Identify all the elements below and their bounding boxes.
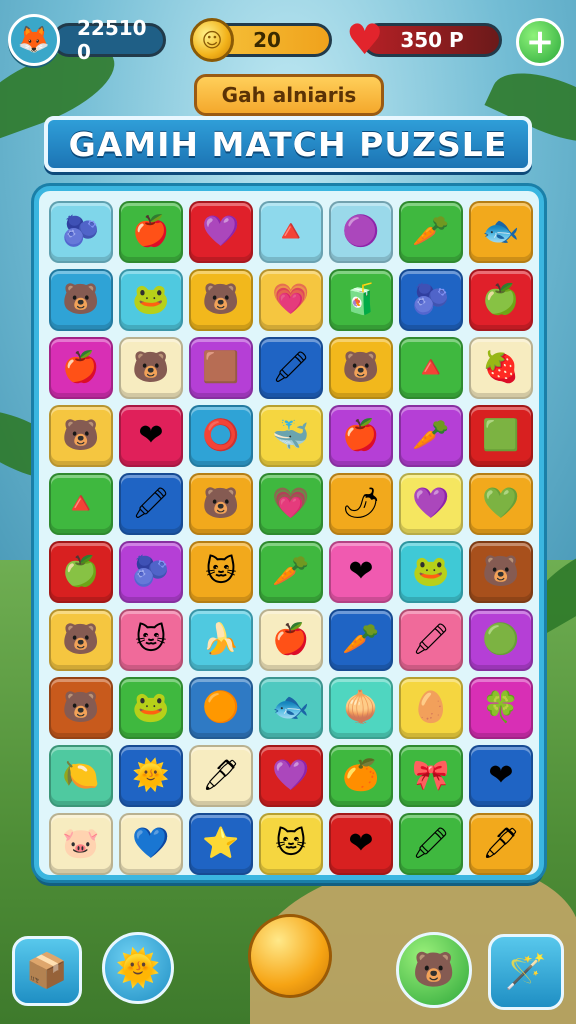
- sun-icon: 🌞: [115, 948, 161, 989]
- tile[interactable]: 🖊: [189, 745, 253, 807]
- tile[interactable]: 🟠: [189, 677, 253, 739]
- tile[interactable]: 🖍: [399, 813, 463, 875]
- tile[interactable]: 💗: [259, 269, 323, 331]
- box-icon: 📦: [25, 951, 69, 991]
- tile[interactable]: 🔺: [259, 201, 323, 263]
- tile[interactable]: 🐳: [259, 405, 323, 467]
- tile[interactable]: 🐻: [119, 337, 183, 399]
- tile[interactable]: 🍏: [469, 269, 533, 331]
- tile[interactable]: 🥕: [329, 609, 393, 671]
- top-hud: 22510 0 🦊 20 ☺ 350 P ♥ +: [0, 10, 576, 66]
- tile[interactable]: ❤: [329, 541, 393, 603]
- game-title: GAMIH MATCH PUZSLE: [68, 124, 508, 164]
- sun-booster-button[interactable]: 🌞: [102, 932, 174, 1004]
- tile[interactable]: 🍏: [49, 541, 113, 603]
- tile[interactable]: 💜: [399, 473, 463, 535]
- tile[interactable]: 🐱: [259, 813, 323, 875]
- coin-icon: ☺: [190, 18, 234, 62]
- tile[interactable]: 💙: [119, 813, 183, 875]
- tile[interactable]: 🌞: [119, 745, 183, 807]
- main-action-button[interactable]: [248, 914, 332, 998]
- tile[interactable]: ❤: [329, 813, 393, 875]
- tile[interactable]: 🍎: [329, 405, 393, 467]
- tile[interactable]: 🐸: [399, 541, 463, 603]
- tile[interactable]: ❤: [469, 745, 533, 807]
- tile[interactable]: 🐻: [49, 405, 113, 467]
- tile[interactable]: 💜: [189, 201, 253, 263]
- tile[interactable]: 🐱: [119, 609, 183, 671]
- player-avatar-icon[interactable]: 🦊: [8, 14, 60, 66]
- tile[interactable]: 🍋: [49, 745, 113, 807]
- tile[interactable]: 🧅: [329, 677, 393, 739]
- tile[interactable]: 🟩: [469, 405, 533, 467]
- tile[interactable]: 🥚: [399, 677, 463, 739]
- tile[interactable]: 🐻: [49, 269, 113, 331]
- score-value: 22510 0: [77, 16, 147, 64]
- tile[interactable]: 🐟: [259, 677, 323, 739]
- lives-value: 350 P: [400, 28, 464, 52]
- subtitle-text: Gah alniaris: [221, 83, 357, 107]
- wand-icon: 🪄: [504, 952, 548, 992]
- tile[interactable]: 💗: [259, 473, 323, 535]
- tile[interactable]: 🖊: [469, 813, 533, 875]
- tile[interactable]: 🍎: [49, 337, 113, 399]
- game-subtitle-badge: Gah alniaris: [194, 74, 384, 116]
- tile[interactable]: 🫐: [399, 269, 463, 331]
- puzzle-board: 🫐 🍎 💜 🔺 🟣 🥕 🐟 🐻 🐸 🐻 💗 🧃 🫐 🍏 🍎 🐻 🟫 🖍 🐻 🔺 🍓 🐻 ❤ ⭕ 🐳 🍎 🥕 🟩 🔺 🖍 🐻 💗 🌶 💜 💚 🍏 🫐 🐱 🥕 ❤…: [34, 186, 544, 880]
- tile[interactable]: 🫐: [119, 541, 183, 603]
- tile[interactable]: 🐸: [119, 269, 183, 331]
- wand-booster-button[interactable]: 🪄: [488, 934, 564, 1010]
- tile[interactable]: 🐻: [189, 473, 253, 535]
- tile[interactable]: 🔺: [49, 473, 113, 535]
- tile[interactable]: 🖍: [119, 473, 183, 535]
- tile[interactable]: 🫐: [49, 201, 113, 263]
- tile[interactable]: 🐷: [49, 813, 113, 875]
- tile[interactable]: 💜: [259, 745, 323, 807]
- tile[interactable]: 🐻: [189, 269, 253, 331]
- tile-grid: 🫐 🍎 💜 🔺 🟣 🥕 🐟 🐻 🐸 🐻 💗 🧃 🫐 🍏 🍎 🐻 🟫 🖍 🐻 🔺 🍓 🐻 ❤ ⭕ 🐳 🍎 🥕 🟩 🔺 🖍 🐻 💗 🌶 💜 💚 🍏 🫐 🐱 🥕 ❤…: [49, 201, 535, 877]
- tile[interactable]: 🟫: [189, 337, 253, 399]
- tile[interactable]: 🔺: [399, 337, 463, 399]
- tile[interactable]: 🌶: [329, 473, 393, 535]
- add-lives-button[interactable]: +: [516, 18, 564, 66]
- tile[interactable]: 💚: [469, 473, 533, 535]
- tile[interactable]: 🍌: [189, 609, 253, 671]
- hint-button[interactable]: 🐻: [396, 932, 472, 1008]
- tile[interactable]: 🥕: [259, 541, 323, 603]
- tile[interactable]: 🖍: [399, 609, 463, 671]
- tile[interactable]: 🥕: [399, 201, 463, 263]
- title-banner: GAMIH MATCH PUZSLE: [44, 116, 532, 172]
- tile[interactable]: 🍊: [329, 745, 393, 807]
- tile[interactable]: 🐸: [119, 677, 183, 739]
- tile[interactable]: 🍎: [259, 609, 323, 671]
- tile[interactable]: 🐻: [329, 337, 393, 399]
- tile[interactable]: 🐻: [49, 609, 113, 671]
- tile[interactable]: 🍀: [469, 677, 533, 739]
- tile[interactable]: 🐟: [469, 201, 533, 263]
- tile[interactable]: 🧃: [329, 269, 393, 331]
- heart-icon: ♥: [346, 15, 384, 64]
- tile[interactable]: 🍎: [119, 201, 183, 263]
- tile[interactable]: 🎀: [399, 745, 463, 807]
- coin-value: 20: [253, 28, 281, 52]
- tile[interactable]: 🐱: [189, 541, 253, 603]
- bear-icon: 🐻: [412, 950, 456, 990]
- tile[interactable]: 🟢: [469, 609, 533, 671]
- tile[interactable]: ❤: [119, 405, 183, 467]
- tile[interactable]: 🖍: [259, 337, 323, 399]
- score-counter: 22510 0: [52, 16, 166, 64]
- tile[interactable]: 🐻: [469, 541, 533, 603]
- tile[interactable]: ⭕: [189, 405, 253, 467]
- tile[interactable]: 🥕: [399, 405, 463, 467]
- tile[interactable]: ⭐: [189, 813, 253, 875]
- tile[interactable]: 🍓: [469, 337, 533, 399]
- tile[interactable]: 🟣: [329, 201, 393, 263]
- box-booster-button[interactable]: 📦: [12, 936, 82, 1006]
- tile[interactable]: 🐻: [49, 677, 113, 739]
